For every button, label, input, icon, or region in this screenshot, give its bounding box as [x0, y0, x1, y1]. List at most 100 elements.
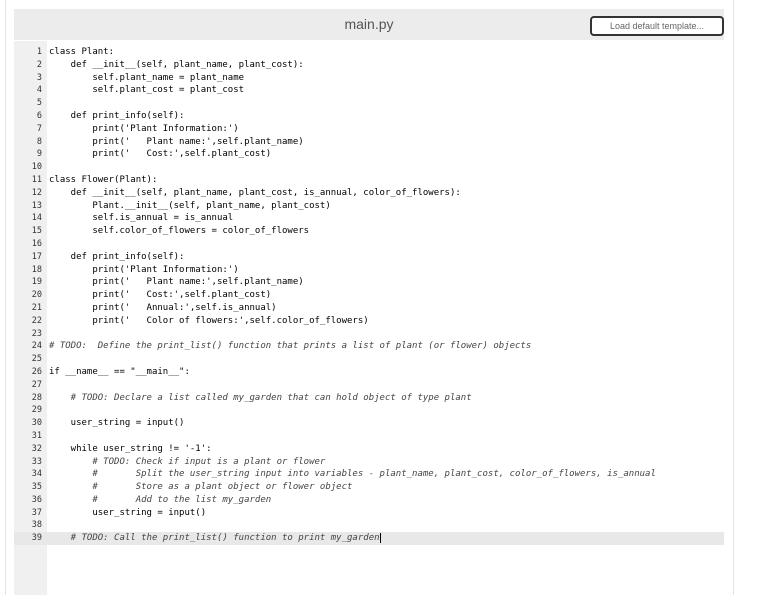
code-text: print(' Cost:',self.plant_cost): [49, 290, 272, 301]
line-number: 38: [31, 520, 42, 531]
code-line[interactable]: 2 def __init__(self, plant_name, plant_c…: [14, 59, 724, 72]
code-line[interactable]: 7 print('Plant Information:'): [14, 123, 724, 136]
line-number: 14: [31, 213, 42, 224]
text-cursor: [379, 532, 381, 543]
code-line[interactable]: 38: [14, 519, 724, 532]
load-default-template-button[interactable]: Load default template...: [590, 16, 724, 36]
code-line[interactable]: 15 self.color_of_flowers = color_of_flow…: [14, 225, 724, 238]
code-text: class Plant:: [49, 47, 115, 57]
code-line[interactable]: 1 class Plant:: [14, 46, 724, 59]
code-text: # Add to the list my_garden: [49, 494, 272, 505]
line-number: 32: [31, 443, 42, 454]
code-text: def __init__(self, plant_name, plant_cos…: [49, 187, 461, 198]
code-text: print(' Plant name:',self.plant_name): [49, 277, 304, 288]
code-line[interactable]: 18 print('Plant Information:'): [14, 264, 724, 277]
line-number: 23: [31, 328, 42, 339]
code-text: print(' Plant name:',self.plant_name): [49, 136, 304, 147]
line-number: 37: [31, 507, 42, 518]
line-number: 1: [36, 47, 42, 57]
line-number: 28: [31, 392, 42, 403]
line-number: 21: [31, 302, 42, 313]
code-text: def __init__(self, plant_name, plant_cos…: [49, 59, 304, 70]
line-number: 20: [31, 290, 42, 301]
code-text: print('Plant Information:'): [49, 123, 239, 134]
code-line[interactable]: 21 print(' Annual:',self.is_annual): [14, 302, 724, 315]
code-text: Plant.__init__(self, plant_name, plant_c…: [49, 200, 331, 211]
line-number: 27: [31, 379, 42, 390]
line-number: 10: [31, 162, 42, 173]
line-number: 34: [31, 469, 42, 480]
code-line[interactable]: 32 while user_string != '-1':: [14, 443, 724, 456]
code-text: self.plant_name = plant_name: [49, 72, 245, 83]
line-number: 29: [31, 405, 42, 416]
code-line[interactable]: 5: [14, 97, 724, 110]
code-line[interactable]: 8 print(' Plant name:',self.plant_name): [14, 136, 724, 149]
code-text: # TODO: Define the print_list() function…: [49, 341, 532, 352]
code-text: # TODO: Declare a list called my_garden …: [49, 392, 472, 403]
code-line[interactable]: 4 self.plant_cost = plant_cost: [14, 84, 724, 97]
code-text: print(' Color of flowers:',self.color_of…: [49, 315, 369, 326]
code-text: def print_info(self):: [49, 110, 185, 121]
code-line[interactable]: 25: [14, 353, 724, 366]
code-line[interactable]: 37 user_string = input(): [14, 507, 724, 520]
code-line[interactable]: 33 # TODO: Check if input is a plant or …: [14, 456, 724, 469]
line-number: 30: [31, 418, 42, 429]
line-number: 36: [31, 494, 42, 505]
line-number: 24: [31, 341, 42, 352]
code-line[interactable]: 39 # TODO: Call the print_list() functio…: [14, 532, 724, 546]
line-number: 16: [31, 238, 42, 249]
code-line[interactable]: 10: [14, 161, 724, 174]
code-text: user_string = input(): [49, 507, 207, 518]
line-number: 15: [31, 226, 42, 237]
line-number: 11: [31, 174, 42, 185]
code-line[interactable]: 6 def print_info(self):: [14, 110, 724, 123]
code-line[interactable]: 35 # Store as a plant object or flower o…: [14, 481, 724, 494]
code-line[interactable]: 11 class Flower(Plant):: [14, 174, 724, 187]
code-line[interactable]: 22 print(' Color of flowers:',self.color…: [14, 315, 724, 328]
code-line[interactable]: 16: [14, 238, 724, 251]
code-text: def print_info(self):: [49, 251, 185, 262]
line-number: 26: [31, 366, 42, 377]
code-line[interactable]: 17 def print_info(self):: [14, 251, 724, 264]
line-number: 3: [36, 72, 42, 83]
code-text: print('Plant Information:'): [49, 264, 239, 275]
code-text: if __name__ == "__main__":: [49, 366, 190, 377]
code-text: self.color_of_flowers = color_of_flowers: [49, 226, 310, 237]
code-line[interactable]: 36 # Add to the list my_garden: [14, 494, 724, 507]
code-text: # TODO: Call the print_list() function t…: [49, 532, 381, 544]
code-line[interactable]: 3 self.plant_name = plant_name: [14, 72, 724, 85]
code-text: while user_string != '-1':: [49, 443, 212, 454]
code-line[interactable]: 34 # Split the user_string input into va…: [14, 468, 724, 481]
code-line[interactable]: 23: [14, 328, 724, 341]
code-line[interactable]: 19 print(' Plant name:',self.plant_name): [14, 276, 724, 289]
code-line[interactable]: 31: [14, 430, 724, 443]
line-number: 5: [36, 98, 42, 109]
line-number: 8: [36, 136, 42, 147]
code-line[interactable]: 30 user_string = input(): [14, 417, 724, 430]
code-text: user_string = input(): [49, 418, 185, 429]
line-number: 22: [31, 315, 42, 326]
line-number: 33: [31, 456, 42, 467]
code-line[interactable]: 29: [14, 404, 724, 417]
code-line[interactable]: 27: [14, 379, 724, 392]
line-number: 17: [31, 251, 42, 262]
line-number: 19: [31, 277, 42, 288]
code-line[interactable]: 28 # TODO: Declare a list called my_gard…: [14, 392, 724, 405]
code-text: self.is_annual = is_annual: [49, 213, 234, 224]
line-number: 25: [31, 354, 42, 365]
code-line[interactable]: 9 print(' Cost:',self.plant_cost): [14, 148, 724, 161]
code-line[interactable]: 26 if __name__ == "__main__":: [14, 366, 724, 379]
line-number: 13: [31, 200, 42, 211]
line-number: 9: [36, 149, 42, 160]
code-text: print(' Annual:',self.is_annual): [49, 302, 277, 313]
code-line[interactable]: 20 print(' Cost:',self.plant_cost): [14, 289, 724, 302]
line-number: 4: [36, 85, 42, 96]
code-line[interactable]: 24 # TODO: Define the print_list() functi…: [14, 340, 724, 353]
code-line[interactable]: 12 def __init__(self, plant_name, plant_…: [14, 187, 724, 200]
code-line[interactable]: 13 Plant.__init__(self, plant_name, plan…: [14, 200, 724, 213]
code-line[interactable]: 14 self.is_annual = is_annual: [14, 212, 724, 225]
code-editor[interactable]: 1 class Plant: 2 def __init__(self, plant_…: [14, 41, 724, 595]
line-number: 35: [31, 482, 42, 493]
code-lines[interactable]: 1 class Plant: 2 def __init__(self, plant_…: [14, 46, 724, 546]
line-number: 6: [36, 110, 42, 121]
